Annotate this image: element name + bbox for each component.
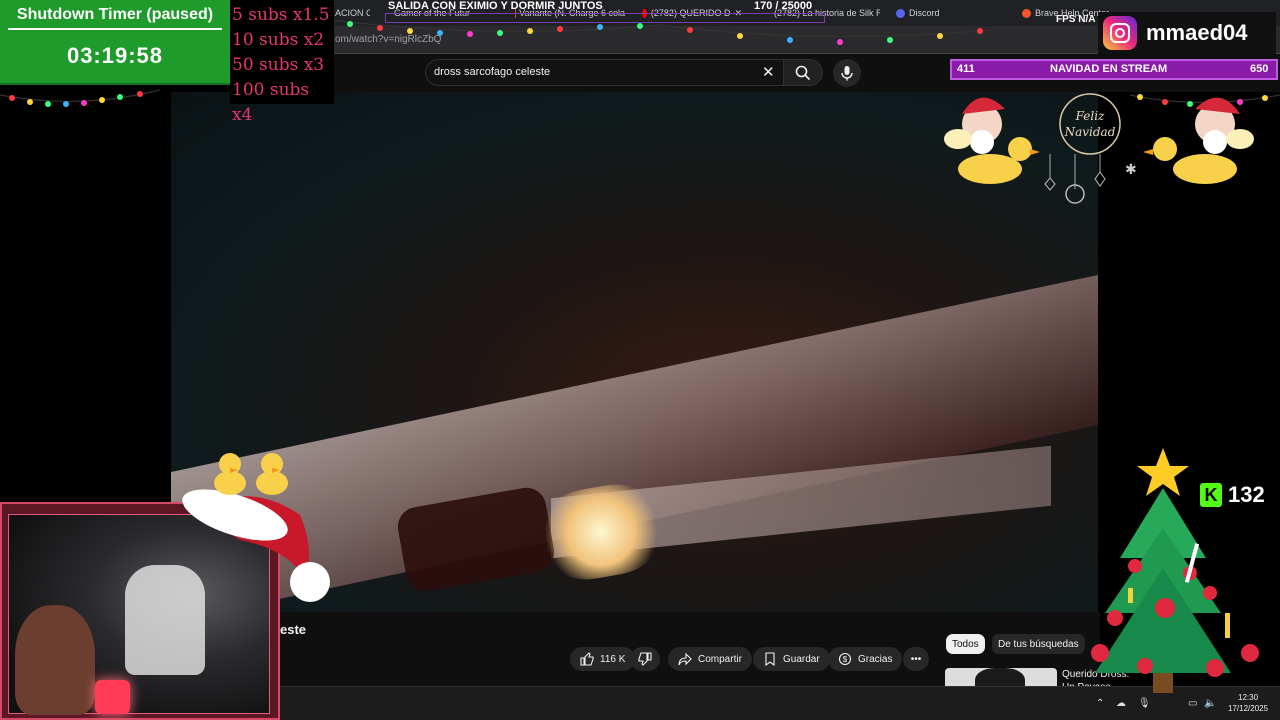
thumbs-up-icon <box>580 652 594 666</box>
clock-time: 12:30 <box>1238 693 1259 702</box>
thumbs-down-icon <box>638 652 652 666</box>
url-text: om/watch?v=nigRlcZbQ <box>335 34 442 45</box>
timer-countdown: 03:19:58 <box>66 43 164 68</box>
instagram-handle: mmaed04 <box>1146 20 1248 45</box>
subs-multiplier-item: 5 subs x1.5 <box>232 5 330 25</box>
chip-all[interactable]: Todos <box>946 634 985 654</box>
shutdown-timer-widget: Shutdown Timer (paused) 03:19:58 <box>0 0 230 85</box>
navidad-right-count: 650 <box>1250 63 1269 75</box>
video-title: este <box>280 622 307 637</box>
dislike-button[interactable] <box>630 647 660 671</box>
navidad-title: NAVIDAD EN STREAM <box>1050 63 1168 75</box>
feliz-navidad-decoration: Feliz Navidad ✱ <box>944 93 1254 204</box>
tab-label: Discord <box>909 8 940 18</box>
microphone-icon <box>841 66 853 81</box>
christmas-tree-decoration <box>1091 448 1259 693</box>
goal-current: 170 <box>754 0 773 12</box>
search-icon <box>795 65 811 81</box>
instagram-icon <box>1103 16 1137 50</box>
share-icon <box>678 652 692 666</box>
navidad-left-count: 411 <box>957 63 975 75</box>
timer-divider <box>8 28 222 30</box>
network-icon[interactable]: ▭ <box>1188 698 1197 709</box>
svg-text:$: $ <box>843 655 848 664</box>
glowing-cup <box>95 680 130 714</box>
discord-icon <box>896 8 905 18</box>
svg-text:Feliz: Feliz <box>1075 109 1105 123</box>
more-actions-button[interactable]: ••• <box>903 647 929 671</box>
tab-item[interactable]: ACION CH <box>335 4 370 22</box>
duck-icons <box>214 453 288 495</box>
goal-count: 170 / 25000 <box>754 0 812 12</box>
super-thanks-icon: $ <box>838 652 852 666</box>
cloud-icon[interactable]: ☁ <box>1116 698 1126 709</box>
search-query: dross sarcofago celeste <box>434 66 551 78</box>
voice-search-button[interactable] <box>833 59 861 87</box>
goal-title: SALIDA CON EXIMIO Y DORMIR JUNTOS <box>388 0 603 12</box>
feliz-navidad-ornament: Feliz Navidad ✱ <box>1044 93 1137 204</box>
santa-duck-right <box>1143 97 1254 184</box>
brave-icon <box>1022 8 1031 18</box>
thanks-button[interactable]: $ Gracias <box>828 647 903 671</box>
taskbar-clock[interactable]: 12:30 17/12/2025 <box>1228 692 1268 714</box>
save-button[interactable]: Guardar <box>753 647 830 671</box>
timer-title: Shutdown Timer (paused) <box>16 6 214 23</box>
like-count: 116 K <box>600 653 626 665</box>
subs-multiplier-item: 10 subs x2 <box>232 30 325 50</box>
share-label: Compartir <box>698 653 742 665</box>
santa-duck-left <box>944 97 1040 184</box>
tray-chevron-icon[interactable]: ⌃ <box>1096 698 1104 709</box>
mic-tray-icon[interactable]: 🎙 <box>1138 698 1151 709</box>
volume-icon[interactable]: 🔈 <box>1204 698 1216 709</box>
subs-multiplier-item: 100 subs x4 <box>232 80 310 125</box>
search-button[interactable] <box>783 59 823 86</box>
share-button[interactable]: Compartir <box>668 647 752 671</box>
streamer <box>15 605 95 715</box>
more-icon: ••• <box>910 653 922 665</box>
goal-target: / 25000 <box>775 0 813 12</box>
thanks-label: Gracias <box>858 653 893 665</box>
chip-searches[interactable]: De tus búsquedas <box>992 634 1085 654</box>
save-label: Guardar <box>783 653 820 665</box>
goal-progress-bar <box>385 13 825 23</box>
tab-item[interactable]: Discord <box>896 4 976 22</box>
subs-multiplier-item: 50 subs x3 <box>232 55 325 75</box>
subs-multiplier-list: 5 subs x1.5 10 subs x2 50 subs x3 100 su… <box>230 0 334 125</box>
clear-search-icon[interactable]: ✕ <box>762 63 775 81</box>
bookmark-icon <box>765 652 775 666</box>
svg-text:Navidad: Navidad <box>1064 125 1116 139</box>
clock-date: 17/12/2025 <box>1228 704 1269 713</box>
svg-text:✱: ✱ <box>1125 161 1137 177</box>
like-button[interactable]: 116 K <box>570 647 636 671</box>
tab-label: ACION CH <box>335 8 370 18</box>
